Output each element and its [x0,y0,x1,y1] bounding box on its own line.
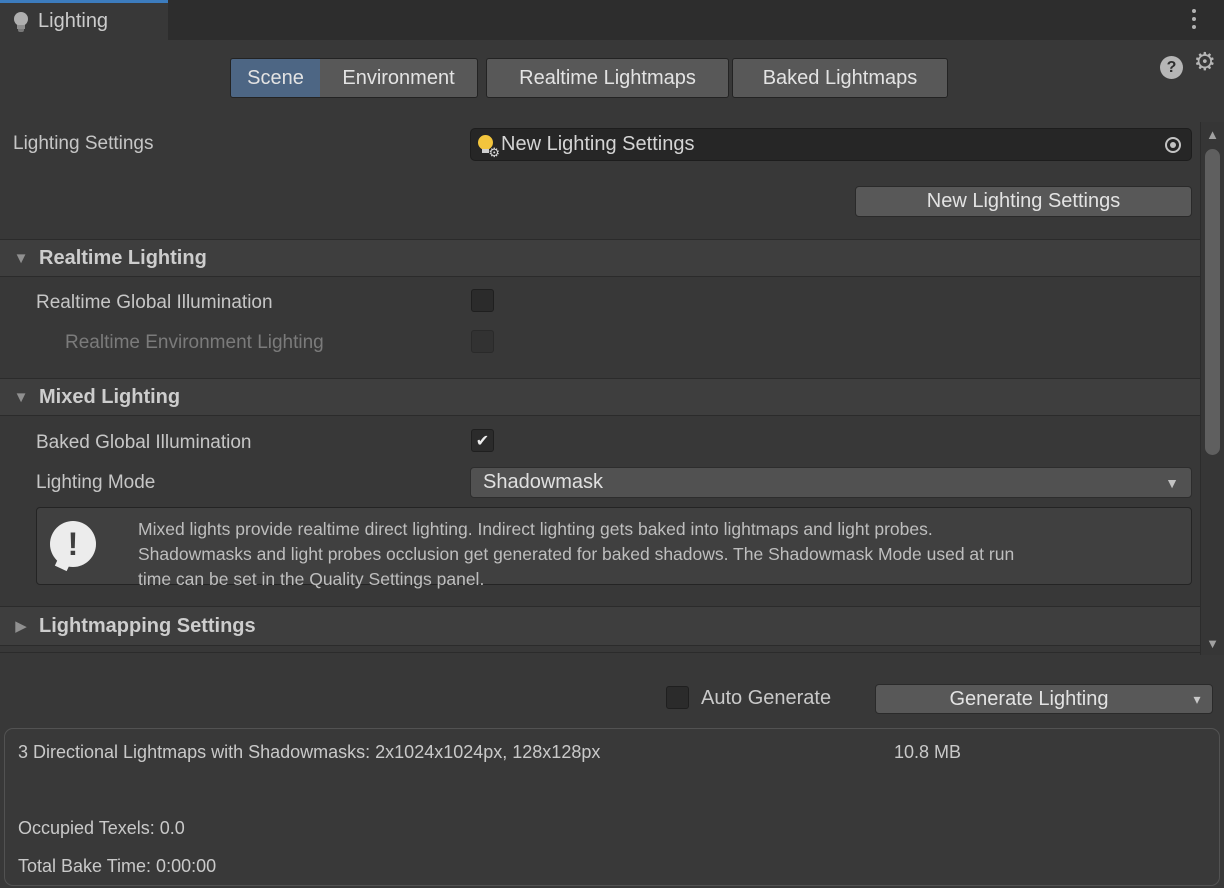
kebab-menu-icon[interactable] [1188,9,1200,29]
toolbar-tab-realtime-lightmaps-label: Realtime Lightmaps [519,67,696,90]
section-title: Realtime Lighting [39,247,207,270]
auto-generate-checkbox[interactable] [666,686,689,709]
vertical-scrollbar[interactable]: ▲ ▼ [1200,122,1224,655]
toolbar-tab-environment-label: Environment [342,67,454,90]
lightmap-size-text: 10.8 MB [894,742,961,763]
object-picker-icon [1165,137,1181,153]
help-icon[interactable]: ? [1160,56,1183,79]
realtime-environment-lighting-checkbox [471,330,494,353]
foldout-open-icon: ▼ [13,250,29,267]
info-text-line-1: Mixed lights provide realtime direct lig… [138,517,1014,542]
lighting-window: Lighting Scene Environment Realtime Ligh… [0,0,1224,888]
section-header-lightmapping-settings[interactable]: ▶ Lightmapping Settings [0,606,1224,646]
foldout-open-icon: ▼ [13,389,29,406]
baked-gi-label: Baked Global Illumination [36,432,251,454]
lighting-mode-dropdown[interactable]: Shadowmask ▼ [470,467,1192,498]
scrollview-bottom-divider [0,652,1224,653]
lightbulb-icon [13,11,29,33]
info-text-line-3: time can be set in the Quality Settings … [138,567,1014,592]
lighting-mode-value: Shadowmask [483,471,603,494]
occupied-texels-text: Occupied Texels: 0.0 [18,818,185,839]
checkmark-icon: ✔ [476,431,489,451]
foldout-closed-icon: ▶ [13,617,29,635]
info-exclamation-icon: ! [50,521,96,567]
section-title: Lightmapping Settings [39,615,256,638]
realtime-environment-lighting-label: Realtime Environment Lighting [65,332,324,354]
gear-icon[interactable]: ⚙ [1194,50,1216,75]
generate-lighting-button-label: Generate Lighting [876,688,1182,711]
window-tab-title: Lighting [38,10,108,33]
realtime-gi-checkbox[interactable] [471,289,494,312]
window-tab-bar: Lighting [0,0,1224,40]
info-text-line-2: Shadowmasks and light probes occlusion g… [138,542,1014,567]
scroll-down-icon[interactable]: ▼ [1201,636,1224,651]
lighting-settings-object-value: New Lighting Settings [501,133,694,156]
scrollbar-thumb[interactable] [1205,149,1220,455]
generate-lighting-button[interactable]: Generate Lighting ▾ [875,684,1213,714]
toolbar-tab-baked-lightmaps[interactable]: Baked Lightmaps [732,58,948,98]
mixed-lighting-info-box: ! Mixed lights provide realtime direct l… [36,507,1192,585]
new-lighting-settings-button-label: New Lighting Settings [927,190,1120,213]
toolbar-tab-scene-label: Scene [247,67,304,90]
generate-lighting-dropdown-arrow-icon: ▾ [1182,691,1212,708]
object-picker-button[interactable] [1155,129,1191,160]
auto-generate-label: Auto Generate [701,687,831,710]
toolbar-tab-baked-lightmaps-label: Baked Lightmaps [763,67,918,90]
section-header-mixed-lighting[interactable]: ▼ Mixed Lighting [0,378,1224,416]
dropdown-arrow-icon: ▼ [1165,475,1179,491]
lighting-settings-asset-icon: ⚙ [478,134,498,156]
window-tab-lighting[interactable]: Lighting [0,0,168,40]
section-title: Mixed Lighting [39,386,180,409]
new-lighting-settings-button[interactable]: New Lighting Settings [855,186,1192,217]
lighting-mode-label: Lighting Mode [36,472,155,494]
info-text: Mixed lights provide realtime direct lig… [138,517,1014,592]
lighting-settings-object-field[interactable]: ⚙ New Lighting Settings [470,128,1192,161]
bake-status-box: 3 Directional Lightmaps with Shadowmasks… [4,728,1220,886]
scroll-up-icon[interactable]: ▲ [1201,127,1224,142]
baked-gi-checkbox[interactable]: ✔ [471,429,494,452]
toolbar-tab-realtime-lightmaps[interactable]: Realtime Lightmaps [486,58,729,98]
lighting-settings-label: Lighting Settings [13,133,154,155]
toolbar-tab-scene[interactable]: Scene [230,58,321,98]
realtime-gi-label: Realtime Global Illumination [36,292,273,314]
section-header-realtime-lighting[interactable]: ▼ Realtime Lighting [0,239,1224,277]
toolbar-tab-environment[interactable]: Environment [320,58,478,98]
total-bake-time-text: Total Bake Time: 0:00:00 [18,856,216,877]
lightmap-summary-text: 3 Directional Lightmaps with Shadowmasks… [18,742,600,763]
